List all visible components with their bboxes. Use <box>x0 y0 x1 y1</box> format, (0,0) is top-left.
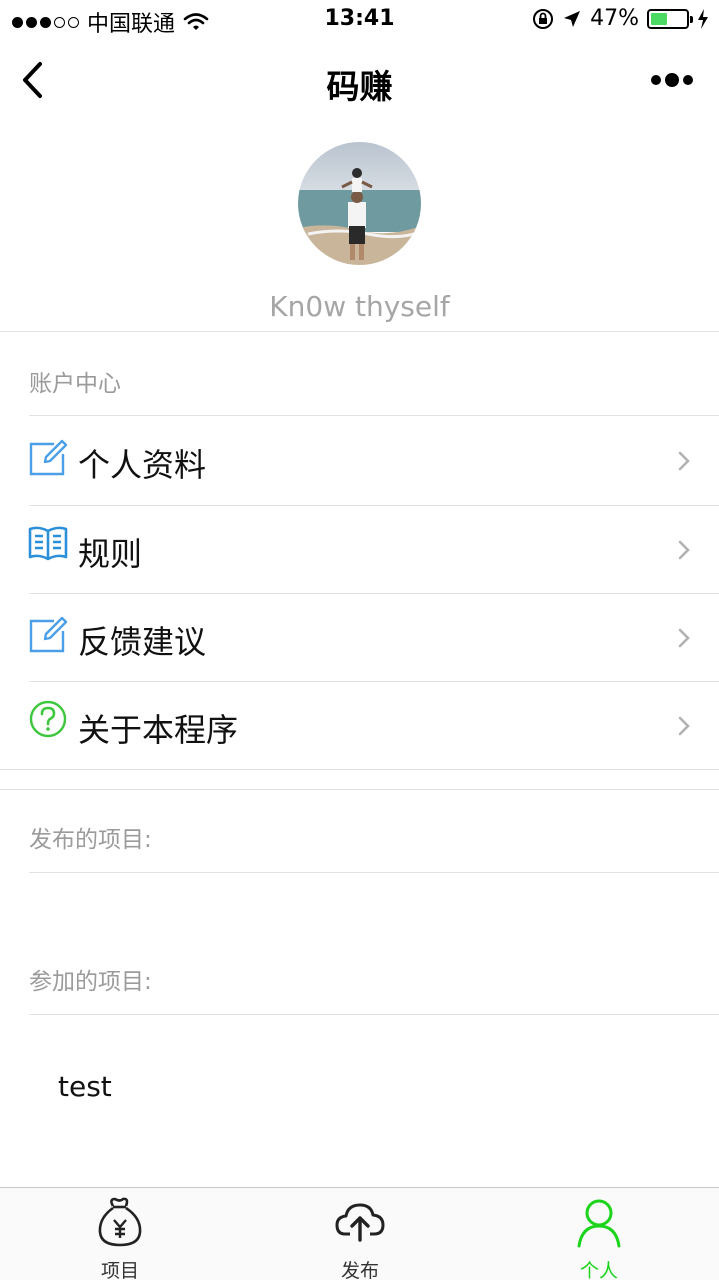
tab-personal[interactable]: 个人 <box>479 1188 719 1280</box>
tab-publish[interactable]: 发布 <box>240 1188 480 1280</box>
divider <box>0 769 719 770</box>
divider <box>29 872 719 873</box>
status-bar: 中国联通 13:41 47% <box>0 0 719 40</box>
list-item[interactable]: test <box>58 1070 112 1103</box>
battery-icon <box>647 8 693 29</box>
divider <box>29 1014 719 1015</box>
section-label-account: 账户中心 <box>29 371 121 397</box>
book-icon <box>28 526 68 561</box>
avatar[interactable] <box>298 142 421 265</box>
tab-label: 项目 <box>100 1260 139 1280</box>
tab-label: 个人 <box>579 1260 618 1280</box>
more-dots-icon[interactable] <box>649 68 695 92</box>
edit-icon <box>29 616 68 653</box>
menu-item-label: 个人资料 <box>78 446 207 484</box>
edit-icon <box>29 439 68 476</box>
chevron-right-icon <box>678 716 690 736</box>
menu-item-label: 规则 <box>78 535 143 573</box>
charging-bolt-icon <box>698 8 708 29</box>
username: Kn0w thyself <box>269 290 450 323</box>
menu-item-about[interactable]: 关于本程序 <box>0 681 719 769</box>
menu-item-feedback[interactable]: 反馈建议 <box>0 593 719 681</box>
menu-item-label: 反馈建议 <box>78 623 207 661</box>
tab-label: 发布 <box>340 1260 379 1280</box>
person-icon <box>577 1199 621 1248</box>
tab-bar: 项目 发布 个人 <box>0 1187 719 1280</box>
chevron-right-icon <box>678 451 690 471</box>
battery-level <box>651 12 667 25</box>
status-right: 47% <box>532 6 709 31</box>
tab-projects[interactable]: 项目 <box>0 1188 240 1280</box>
battery-percent: 47% <box>590 6 639 31</box>
divider <box>0 789 719 790</box>
cloud-upload-icon <box>335 1203 385 1242</box>
section-label-joined: 参加的项目: <box>29 969 152 995</box>
menu-item-rules[interactable]: 规则 <box>0 505 719 593</box>
rotation-lock-icon <box>533 8 554 29</box>
avatar-photo <box>298 142 421 265</box>
menu-item-profile[interactable]: 个人资料 <box>0 416 719 504</box>
help-icon <box>29 700 67 738</box>
menu-item-label: 关于本程序 <box>78 711 239 749</box>
chevron-right-icon <box>678 540 690 560</box>
profile-header: Kn0w thyself <box>0 122 719 332</box>
location-arrow-icon <box>564 10 581 27</box>
navigation-bar: 码赚 <box>0 40 719 122</box>
page-title: 码赚 <box>326 67 393 106</box>
section-label-published: 发布的项目: <box>29 827 152 853</box>
chevron-right-icon <box>678 628 690 648</box>
money-bag-icon <box>98 1197 142 1247</box>
